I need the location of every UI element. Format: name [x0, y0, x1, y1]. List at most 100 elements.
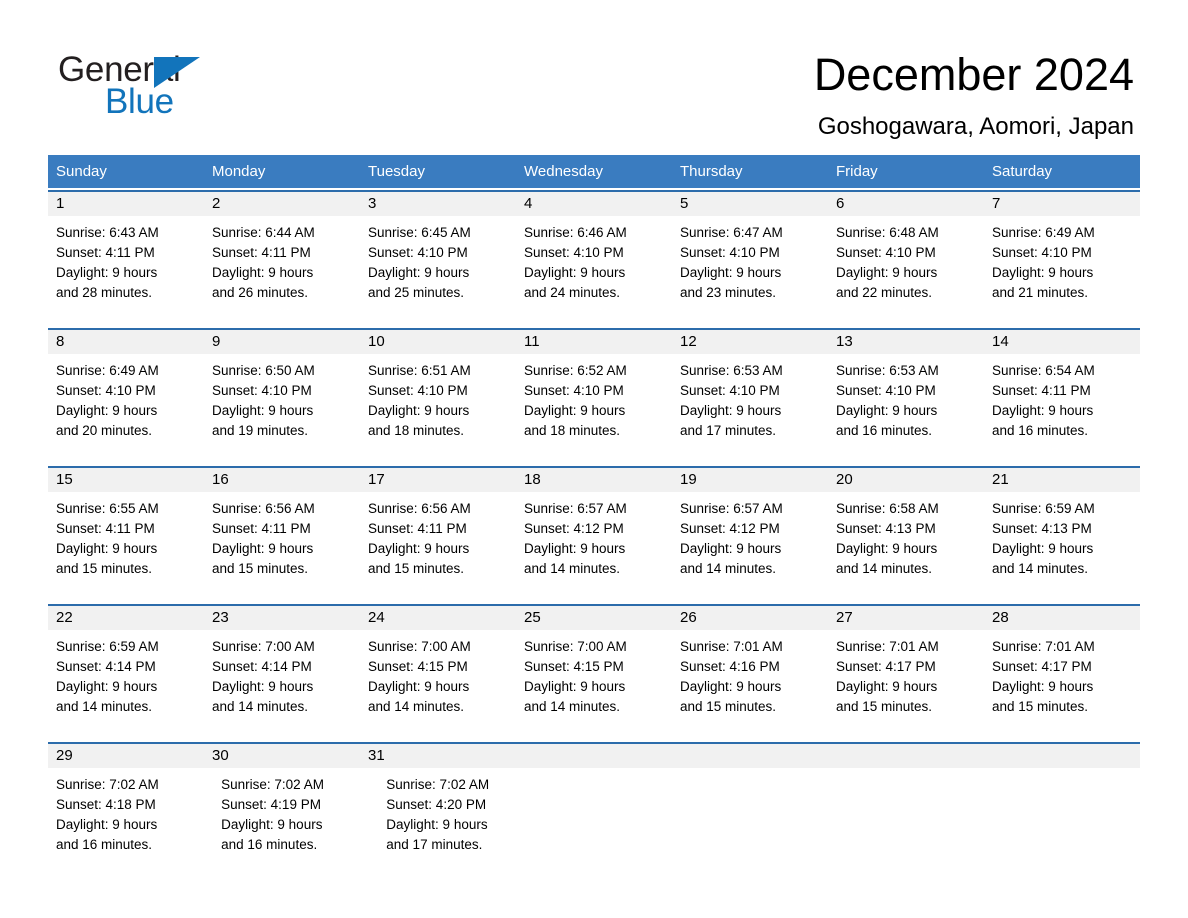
day-number[interactable]: 8: [48, 330, 204, 354]
daylight-text-cont: and 16 minutes.: [221, 837, 318, 852]
sunrise-text: Sunrise: 6:57 AM: [680, 501, 783, 516]
day-number[interactable]: 9: [204, 330, 360, 354]
sunrise-text: Sunrise: 6:52 AM: [524, 363, 627, 378]
day-number[interactable]: 30: [204, 744, 360, 768]
calendar-week-row: 29 30 31 Sunrise: 7:02 AM Sunset: 4:18 P…: [48, 742, 1140, 878]
weekday-header-friday: Friday: [836, 163, 878, 180]
daylight-text: Daylight: 9 hours: [56, 403, 158, 418]
day-number[interactable]: 27: [828, 606, 984, 630]
day-number[interactable]: 14: [984, 330, 1140, 354]
weekday-header-thursday: Thursday: [680, 163, 743, 180]
sunrise-text: Sunrise: 7:02 AM: [56, 777, 159, 792]
day-number[interactable]: 12: [672, 330, 828, 354]
day-number[interactable]: 28: [984, 606, 1140, 630]
day-number[interactable]: 21: [984, 468, 1140, 492]
daylight-text-cont: and 14 minutes.: [212, 699, 309, 714]
daylight-text-cont: and 14 minutes.: [524, 699, 621, 714]
day-number[interactable]: 20: [828, 468, 984, 492]
sunset-text: Sunset: 4:13 PM: [992, 521, 1092, 536]
sunset-text: Sunset: 4:14 PM: [56, 659, 156, 674]
day-number[interactable]: 25: [516, 606, 672, 630]
daylight-text-cont: and 15 minutes.: [212, 561, 309, 576]
week-detail-row: Sunrise: 6:55 AM Sunset: 4:11 PM Dayligh…: [48, 492, 1140, 602]
daylight-text-cont: and 16 minutes.: [56, 837, 153, 852]
day-number[interactable]: 1: [48, 192, 204, 216]
day-cell: Sunrise: 6:46 AM Sunset: 4:10 PM Dayligh…: [516, 216, 672, 326]
daylight-text-cont: and 15 minutes.: [56, 561, 153, 576]
daylight-text: Daylight: 9 hours: [992, 541, 1094, 556]
daylight-text-cont: and 16 minutes.: [836, 423, 933, 438]
day-cell: Sunrise: 7:02 AM Sunset: 4:19 PM Dayligh…: [213, 768, 378, 878]
sunrise-text: Sunrise: 6:46 AM: [524, 225, 627, 240]
day-number[interactable]: 5: [672, 192, 828, 216]
day-cell: Sunrise: 6:51 AM Sunset: 4:10 PM Dayligh…: [360, 354, 516, 464]
sunset-text: Sunset: 4:11 PM: [212, 245, 311, 260]
day-number[interactable]: 7: [984, 192, 1140, 216]
day-number[interactable]: 18: [516, 468, 672, 492]
sunset-text: Sunset: 4:10 PM: [56, 383, 156, 398]
day-number[interactable]: 6: [828, 192, 984, 216]
week-daynumber-row: 22 23 24 25 26 27 28: [48, 606, 1140, 630]
sunrise-text: Sunrise: 7:01 AM: [680, 639, 783, 654]
daylight-text: Daylight: 9 hours: [386, 817, 488, 832]
day-cell: Sunrise: 6:50 AM Sunset: 4:10 PM Dayligh…: [204, 354, 360, 464]
day-cell: Sunrise: 6:58 AM Sunset: 4:13 PM Dayligh…: [828, 492, 984, 602]
daylight-text: Daylight: 9 hours: [212, 265, 314, 280]
weekday-header-saturday: Saturday: [992, 163, 1053, 180]
daylight-text-cont: and 28 minutes.: [56, 285, 153, 300]
day-number[interactable]: 10: [360, 330, 516, 354]
day-number[interactable]: 31: [360, 744, 516, 768]
day-number[interactable]: 3: [360, 192, 516, 216]
day-number[interactable]: 15: [48, 468, 204, 492]
sunset-text: Sunset: 4:10 PM: [524, 245, 624, 260]
day-number[interactable]: 17: [360, 468, 516, 492]
day-number[interactable]: 13: [828, 330, 984, 354]
day-number[interactable]: 24: [360, 606, 516, 630]
sunrise-text: Sunrise: 6:45 AM: [368, 225, 471, 240]
daylight-text-cont: and 25 minutes.: [368, 285, 465, 300]
sunset-text: Sunset: 4:10 PM: [836, 383, 936, 398]
day-number[interactable]: 16: [204, 468, 360, 492]
sunset-text: Sunset: 4:10 PM: [212, 383, 312, 398]
sunset-text: Sunset: 4:10 PM: [524, 383, 624, 398]
sunset-text: Sunset: 4:12 PM: [524, 521, 624, 536]
daylight-text: Daylight: 9 hours: [524, 541, 626, 556]
day-cell: Sunrise: 7:02 AM Sunset: 4:18 PM Dayligh…: [48, 768, 213, 878]
day-number[interactable]: 11: [516, 330, 672, 354]
day-number[interactable]: 23: [204, 606, 360, 630]
daylight-text: Daylight: 9 hours: [680, 541, 782, 556]
day-cell: Sunrise: 6:59 AM Sunset: 4:14 PM Dayligh…: [48, 630, 204, 740]
sunset-text: Sunset: 4:12 PM: [680, 521, 780, 536]
week-detail-row: Sunrise: 6:49 AM Sunset: 4:10 PM Dayligh…: [48, 354, 1140, 464]
sunrise-text: Sunrise: 7:02 AM: [386, 777, 490, 792]
sunrise-text: Sunrise: 7:02 AM: [221, 777, 324, 792]
day-number[interactable]: 22: [48, 606, 204, 630]
daylight-text: Daylight: 9 hours: [524, 403, 626, 418]
sunset-text: Sunset: 4:11 PM: [212, 521, 311, 536]
daylight-text-cont: and 14 minutes.: [524, 561, 621, 576]
sunrise-text: Sunrise: 6:44 AM: [212, 225, 315, 240]
day-cell: Sunrise: 7:01 AM Sunset: 4:16 PM Dayligh…: [672, 630, 828, 740]
page-title: December 2024: [813, 49, 1134, 100]
sunset-text: Sunset: 4:17 PM: [992, 659, 1092, 674]
day-cell: Sunrise: 6:53 AM Sunset: 4:10 PM Dayligh…: [828, 354, 984, 464]
day-number[interactable]: 29: [48, 744, 204, 768]
day-cell: Sunrise: 6:56 AM Sunset: 4:11 PM Dayligh…: [360, 492, 516, 602]
calendar-week-row: 15 16 17 18 19 20 21 Sunrise: 6:55 AM Su…: [48, 466, 1140, 602]
sunrise-text: Sunrise: 6:43 AM: [56, 225, 159, 240]
daylight-text-cont: and 24 minutes.: [524, 285, 621, 300]
sunrise-text: Sunrise: 6:59 AM: [56, 639, 159, 654]
calendar-grid: Sunday Monday Tuesday Wednesday Thursday…: [48, 155, 1140, 878]
day-cell: Sunrise: 6:54 AM Sunset: 4:11 PM Dayligh…: [984, 354, 1140, 464]
week-daynumber-row: 1 2 3 4 5 6 7: [48, 192, 1140, 216]
day-number[interactable]: 4: [516, 192, 672, 216]
sunrise-text: Sunrise: 6:55 AM: [56, 501, 159, 516]
day-number[interactable]: 19: [672, 468, 828, 492]
sunset-text: Sunset: 4:20 PM: [386, 797, 487, 812]
sunset-text: Sunset: 4:17 PM: [836, 659, 936, 674]
daylight-text: Daylight: 9 hours: [992, 403, 1094, 418]
day-number[interactable]: 26: [672, 606, 828, 630]
day-number[interactable]: 2: [204, 192, 360, 216]
day-cell-empty: [543, 768, 692, 878]
sunset-text: Sunset: 4:11 PM: [56, 521, 155, 536]
